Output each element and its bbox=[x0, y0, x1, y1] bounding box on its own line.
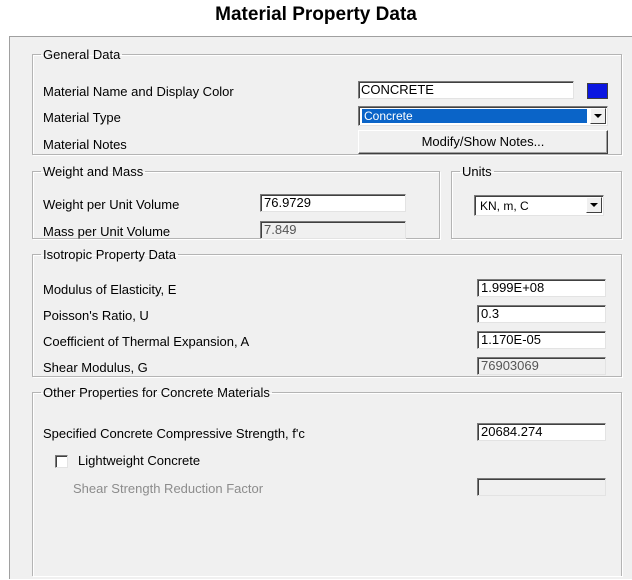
units-legend: Units bbox=[462, 164, 492, 179]
modulus-elasticity-input[interactable]: 1.999E+08 bbox=[477, 279, 606, 297]
thermal-expansion-label: Coefficient of Thermal Expansion, A bbox=[43, 334, 250, 349]
weight-mass-group: Weight and Mass Weight per Unit Volume 7… bbox=[32, 164, 440, 239]
material-name-input[interactable]: CONCRETE bbox=[358, 81, 574, 99]
weight-mass-legend: Weight and Mass bbox=[43, 164, 144, 179]
poisson-ratio-input[interactable]: 0.3 bbox=[477, 305, 606, 323]
chevron-down-icon[interactable] bbox=[586, 197, 602, 213]
weight-per-volume-input[interactable]: 76.9729 bbox=[260, 194, 406, 212]
concrete-properties-group: Other Properties for Concrete Materials … bbox=[32, 385, 622, 576]
material-notes-label: Material Notes bbox=[43, 137, 127, 152]
shear-modulus-label: Shear Modulus, G bbox=[43, 360, 148, 375]
mass-per-volume-label: Mass per Unit Volume bbox=[43, 224, 171, 239]
isotropic-property-group: Isotropic Property Data Modulus of Elast… bbox=[32, 247, 622, 377]
compressive-strength-input[interactable]: 20684.274 bbox=[477, 423, 606, 441]
general-data-legend: General Data bbox=[43, 47, 121, 62]
window-title: Material Property Data bbox=[215, 4, 417, 25]
display-color-swatch[interactable] bbox=[587, 83, 608, 99]
modify-show-notes-button[interactable]: Modify/Show Notes... bbox=[358, 130, 608, 154]
chevron-down-icon[interactable] bbox=[590, 108, 606, 124]
material-type-value: Concrete bbox=[362, 109, 587, 123]
units-group: Units KN, m, C bbox=[451, 164, 622, 239]
shear-reduction-input bbox=[477, 478, 606, 496]
concrete-legend: Other Properties for Concrete Materials bbox=[43, 385, 270, 400]
shear-modulus-value: 76903069 bbox=[477, 357, 606, 375]
units-value: KN, m, C bbox=[480, 199, 529, 213]
material-name-label: Material Name and Display Color bbox=[43, 84, 234, 99]
modulus-elasticity-label: Modulus of Elasticity, E bbox=[43, 282, 177, 297]
poisson-ratio-label: Poisson's Ratio, U bbox=[43, 308, 149, 323]
units-dropdown[interactable]: KN, m, C bbox=[474, 195, 604, 216]
lightweight-concrete-checkbox[interactable] bbox=[55, 455, 68, 468]
material-type-dropdown[interactable]: Concrete bbox=[358, 106, 608, 126]
weight-per-volume-label: Weight per Unit Volume bbox=[43, 197, 180, 212]
mass-per-volume-value: 7.849 bbox=[260, 221, 406, 239]
shear-reduction-label: Shear Strength Reduction Factor bbox=[73, 481, 264, 496]
compressive-strength-label: Specified Concrete Compressive Strength,… bbox=[43, 426, 305, 441]
general-data-group: General Data Material Name and Display C… bbox=[32, 47, 622, 155]
isotropic-legend: Isotropic Property Data bbox=[43, 247, 176, 262]
thermal-expansion-input[interactable]: 1.170E-05 bbox=[477, 331, 606, 349]
lightweight-concrete-label: Lightweight Concrete bbox=[78, 453, 201, 468]
material-type-label: Material Type bbox=[43, 110, 121, 125]
material-property-dialog: General Data Material Name and Display C… bbox=[9, 36, 632, 579]
